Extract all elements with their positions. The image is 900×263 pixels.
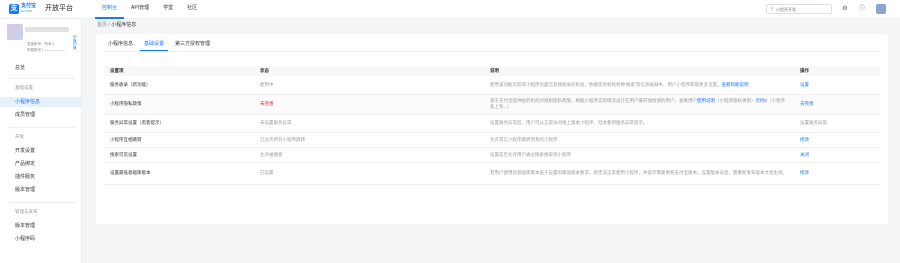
table-row: 小程序隐私政策 未完善 基于支付宝提供给的机构对规则隐私政策，根据小程序实际情况… (104, 94, 880, 115)
global-search: ⚲ (766, 4, 832, 14)
nav-academy[interactable]: 学堂 (156, 0, 180, 19)
tab-app-info[interactable]: 小程序信息 (104, 39, 137, 51)
alipay-logo-icon[interactable]: 支 (9, 4, 19, 14)
header-setting-item: 设置项 (104, 66, 254, 76)
sidebar: 发版帐号：所有人 所属账号 | —————— 切换 切换 总览 基础设置 小程序… (0, 19, 82, 263)
app-owner-meta: 发版帐号：所有人 (27, 42, 55, 46)
setting-name: 小程序隐私政策 (104, 94, 254, 115)
app-info-card: 发版帐号：所有人 所属账号 | —————— 切换 切换 (7, 24, 79, 56)
top-navigation-bar: 支 支付宝 ALIPAY 开放平台 控制台 API管理 学堂 社区 ⚲ ⚙ ⓘ (0, 0, 900, 19)
app-account-meta: 所属账号 | —————— (27, 48, 65, 52)
setting-name: 搜索可见设置 (104, 147, 254, 163)
setting-action-link[interactable]: 关闭 (794, 147, 880, 163)
user-avatar[interactable] (876, 4, 886, 14)
setting-description: 基于支付宝提供给的机构对规则隐私政策，根据小程序实际情况设计在用户最开放搜请的用… (484, 94, 794, 115)
breadcrumb: 首页 / 小程序信息 (97, 22, 136, 28)
table-row: 设置最低基础库版本 已设置 若用户使用的基础库版本低于设置的最低版本要求，将无法… (104, 162, 880, 185)
setting-description: 设置服务异常后，用户可以正常访问线上版本小程序，但会看到服务异常提示。 (484, 114, 794, 133)
sidebar-divider (9, 202, 75, 203)
sidebar-item-product-binding[interactable]: 产品绑定 (0, 159, 82, 169)
description-link[interactable]: 使用说明 (697, 98, 715, 103)
setting-action-link[interactable]: 设置服务异常 (794, 114, 880, 133)
sidebar-item-qrcode[interactable]: 小程序码 (0, 234, 82, 244)
description-link[interactable]: 示例2 (756, 98, 768, 103)
table-header-row: 设置项 状态 说明 操作 (104, 66, 880, 76)
main-card: 小程序信息 基础设置 第三方授权管理 设置项 状态 说明 操作 服务收录（新功能… (96, 34, 888, 224)
table-row: 搜索可见设置 允许被搜索 设置是否允许用户通过搜索搜索到小程序 关闭 (104, 147, 880, 163)
sidebar-section-basic: 基础设置 (15, 85, 33, 90)
app-name (25, 27, 69, 32)
setting-status: 已允许所有小程序跳转 (254, 132, 484, 148)
setting-status: 未完善 (254, 94, 484, 115)
top-nav: 控制台 API管理 学堂 社区 (95, 0, 204, 19)
setting-action-link[interactable]: 修改 (794, 132, 880, 148)
header-status: 状态 (254, 66, 484, 76)
nav-console[interactable]: 控制台 (95, 0, 125, 19)
table-row: 小程序互相跳转 已允许所有小程序跳转 允许其它小程序跳转到我的小程序 修改 (104, 132, 880, 148)
description-link[interactable]: 查看和能说明 (722, 82, 749, 87)
sidebar-item-members[interactable]: 成员管理 (0, 110, 82, 120)
tab-basic-settings[interactable]: 基础设置 (140, 39, 169, 51)
settings-table: 设置项 状态 说明 操作 服务收录（新功能） 使用中 使用该功能可获得小程序页面… (104, 66, 880, 185)
nav-community[interactable]: 社区 (180, 0, 204, 19)
switch-account-link[interactable]: 切换 (73, 42, 79, 50)
tab-divider (104, 51, 880, 52)
setting-status: 使用中 (254, 76, 484, 95)
app-avatar (7, 24, 23, 40)
sidebar-item-versions[interactable]: 版本管理 (0, 185, 82, 195)
description-text: 基于支付宝提供给的机构对规则隐私政策，根据小程序实际情况设计在用户最开放搜请的用… (490, 98, 697, 103)
settings-icon[interactable]: ⚙ (840, 4, 850, 14)
breadcrumb-home[interactable]: 首页 (97, 22, 107, 28)
sidebar-item-overview[interactable]: 总览 (0, 63, 82, 73)
table-row: 服务收录（新功能） 使用中 使用该功能可获得小程序页面信息搜收录的机会，依据您的… (104, 76, 880, 95)
setting-description: 允许其它小程序跳转到我的小程序 (484, 132, 794, 148)
setting-action-link[interactable]: 去完善 (794, 94, 880, 115)
sidebar-divider (9, 78, 75, 79)
breadcrumb-separator: / (108, 22, 110, 28)
sidebar-divider (9, 127, 75, 128)
description-text: （小程序隐私弹窗） (715, 98, 756, 103)
sidebar-item-dev-settings[interactable]: 开发设置 (0, 146, 82, 156)
nav-api-management[interactable]: API管理 (124, 0, 156, 19)
search-input[interactable] (776, 6, 831, 13)
table-row: 服务异常设置（黑客提示） 未设置服务异常 设置服务异常后，用户可以正常访问线上版… (104, 114, 880, 133)
setting-status: 允许被搜索 (254, 147, 484, 163)
header-action: 操作 (794, 66, 880, 76)
sidebar-section-publish: 管理与发布 (15, 209, 38, 214)
platform-title[interactable]: 开放平台 (45, 4, 73, 13)
sidebar-item-app-info[interactable]: 小程序信息 (0, 97, 82, 107)
sidebar-item-plugins[interactable]: 插件服务 (0, 172, 82, 182)
search-icon: ⚲ (770, 6, 774, 12)
setting-description: 设置是否允许用户通过搜索搜索到小程序 (484, 147, 794, 163)
sidebar-section-dev: 开发 (15, 134, 24, 139)
setting-action-link[interactable]: 修改 (794, 162, 880, 185)
tab-bar: 小程序信息 基础设置 第三方授权管理 (104, 39, 217, 51)
setting-description: 使用该功能可获得小程序页面信息搜收录的机会，依据您的机构各种‘搜索’等信息被缺失… (484, 76, 794, 95)
setting-name: 服务收录（新功能） (104, 76, 254, 95)
setting-name: 小程序互相跳转 (104, 132, 254, 148)
setting-name: 设置最低基础库版本 (104, 162, 254, 185)
setting-action-link[interactable]: 设置 (794, 76, 880, 95)
help-icon[interactable]: ⓘ (857, 4, 867, 14)
breadcrumb-current: 小程序信息 (111, 22, 137, 28)
setting-status: 已设置 (254, 162, 484, 185)
tab-third-party-auth[interactable]: 第三方授权管理 (171, 39, 214, 51)
sidebar-item-version-management[interactable]: 版本管理 (0, 221, 82, 231)
setting-description: 若用户使用的基础库版本低于设置的最低版本要求，将无法正常使用小程序，并提示需要更… (484, 162, 794, 185)
setting-status: 未设置服务异常 (254, 114, 484, 133)
header-description: 说明 (484, 66, 794, 76)
logo-subtext: ALIPAY (21, 9, 33, 13)
description-text: 使用该功能可获得小程序页面信息搜收录的机会，依据您的机构各种‘搜索’等信息被缺失… (490, 81, 722, 87)
setting-name: 服务异常设置（黑客提示） (104, 114, 254, 133)
